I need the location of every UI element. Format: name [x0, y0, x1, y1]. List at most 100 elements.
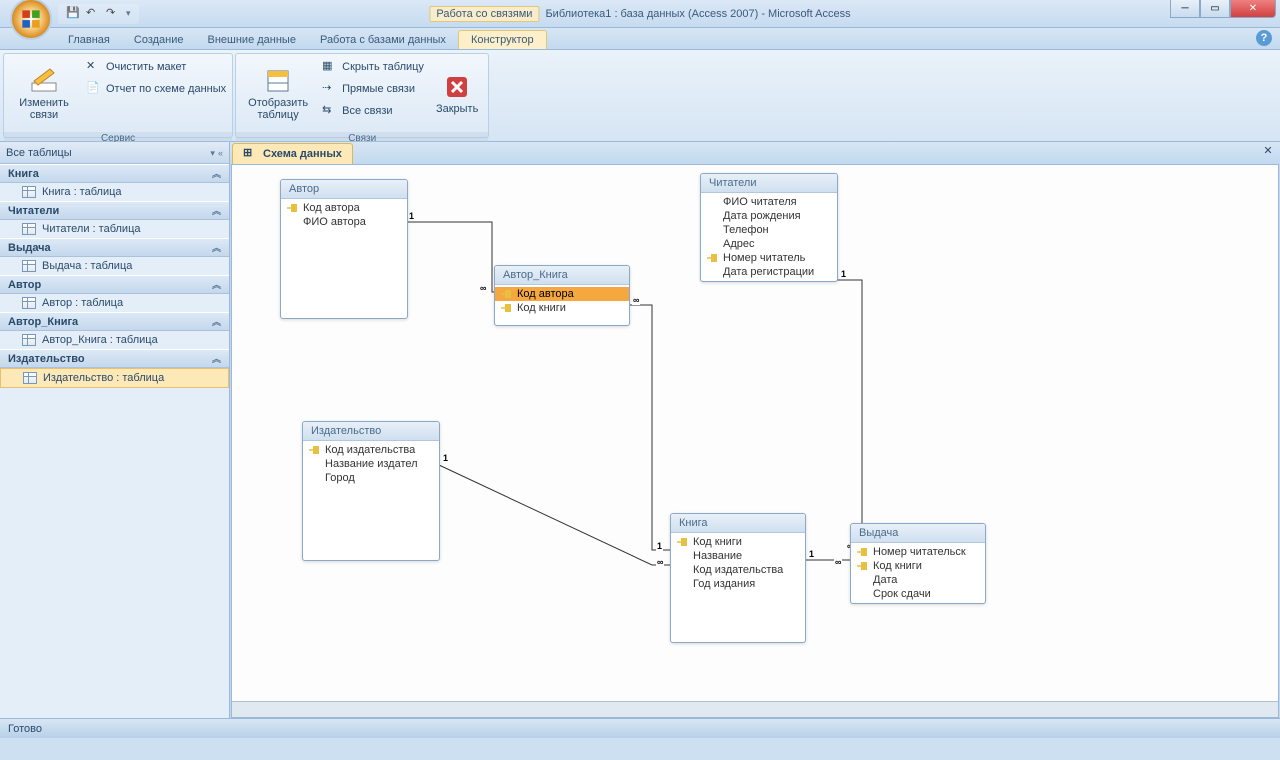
table-field[interactable]: Номер читательск: [851, 545, 985, 559]
window-title: Работа со связями Библиотека1 : база дан…: [429, 6, 850, 22]
table-header[interactable]: Автор_Книга: [495, 266, 629, 285]
office-button[interactable]: [10, 0, 52, 40]
table-field[interactable]: Название: [671, 549, 805, 563]
table-header[interactable]: Читатели: [701, 174, 837, 193]
clear-layout-button[interactable]: ✕Очистить макет: [82, 56, 230, 78]
show-table-icon: [262, 65, 294, 97]
tab-dbtools[interactable]: Работа с базами данных: [308, 31, 458, 49]
nav-collapse-icon[interactable]: «: [218, 148, 223, 158]
nav-item[interactable]: Автор : таблица: [0, 294, 229, 312]
help-icon[interactable]: ?: [1256, 30, 1272, 46]
table-field[interactable]: Год издания: [671, 577, 805, 591]
qat-more-icon[interactable]: ▾: [126, 8, 131, 19]
table-icon: [22, 297, 36, 309]
show-table-button[interactable]: Отобразить таблицу: [238, 56, 318, 130]
table-field[interactable]: Дата: [851, 573, 985, 587]
chevron-up-icon: ︽: [212, 278, 221, 291]
tab-external[interactable]: Внешние данные: [196, 31, 308, 49]
ribbon-tabs: Главная Создание Внешние данные Работа с…: [0, 28, 1280, 50]
nav-item[interactable]: Выдача : таблица: [0, 257, 229, 275]
direct-rel-button[interactable]: ⇢Прямые связи: [318, 78, 428, 100]
hide-icon: ▦: [322, 59, 338, 75]
status-text: Готово: [8, 723, 42, 735]
nav-group-header[interactable]: Выдача︽: [0, 238, 229, 257]
table-header[interactable]: Выдача: [851, 524, 985, 543]
table-header[interactable]: Автор: [281, 180, 407, 199]
table-vydacha[interactable]: Выдача Номер читательскКод книгиДатаСрок …: [850, 523, 986, 604]
ribbon-group-relations: Отобразить таблицу ▦Скрыть таблицу ⇢Прям…: [235, 53, 489, 138]
table-field[interactable]: ФИО читателя: [701, 195, 837, 209]
nav-group-header[interactable]: Автор_Книга︽: [0, 312, 229, 331]
nav-group-header[interactable]: Автор︽: [0, 275, 229, 294]
clear-icon: ✕: [86, 59, 102, 75]
chevron-up-icon: ︽: [212, 315, 221, 328]
undo-icon[interactable]: ↶: [86, 6, 102, 22]
horizontal-scrollbar[interactable]: [232, 701, 1278, 717]
nav-item[interactable]: Читатели : таблица: [0, 220, 229, 238]
table-icon: [22, 223, 36, 235]
minimize-button[interactable]: ─: [1170, 0, 1200, 18]
table-kniga[interactable]: Книга Код книгиНазваниеКод издательстваГо…: [670, 513, 806, 643]
nav-group-header[interactable]: Читатели︽: [0, 201, 229, 220]
table-chitateli[interactable]: Читатели ФИО читателяДата рожденияТелефон…: [700, 173, 838, 282]
save-icon[interactable]: 💾: [66, 6, 82, 22]
nav-group-header[interactable]: Книга︽: [0, 164, 229, 183]
table-avtor-kniga[interactable]: Автор_Книга Код автораКод книги: [494, 265, 630, 326]
document-close-icon[interactable]: ✕: [1260, 144, 1276, 160]
chevron-up-icon: ︽: [212, 167, 221, 180]
nav-item[interactable]: Издательство : таблица: [0, 368, 229, 388]
maximize-button[interactable]: ▭: [1200, 0, 1230, 18]
nav-item[interactable]: Книга : таблица: [0, 183, 229, 201]
nav-header[interactable]: Все таблицы ▾ «: [0, 142, 229, 164]
table-field[interactable]: Срок сдачи: [851, 587, 985, 601]
chevron-up-icon: ︽: [212, 204, 221, 217]
quick-access-toolbar: 💾 ↶ ↷ ▾: [58, 4, 139, 24]
table-field[interactable]: Код книги: [851, 559, 985, 573]
table-field[interactable]: Код книги: [671, 535, 805, 549]
table-field[interactable]: Код издательства: [303, 443, 439, 457]
ribbon-group-service: Изменить связи ✕Очистить макет 📄Отчет по…: [3, 53, 233, 138]
nav-dropdown-icon[interactable]: ▾: [210, 148, 215, 158]
redo-icon[interactable]: ↷: [106, 6, 122, 22]
table-izdatelstvo[interactable]: Издательство Код издательстваНазвание изд…: [302, 421, 440, 561]
table-icon: [22, 334, 36, 346]
tab-create[interactable]: Создание: [122, 31, 196, 49]
tab-home[interactable]: Главная: [56, 31, 122, 49]
navigation-pane: Все таблицы ▾ « Книга︽Книга : таблицаЧит…: [0, 142, 230, 718]
table-field[interactable]: Код книги: [495, 301, 629, 315]
ribbon: Изменить связи ✕Очистить макет 📄Отчет по…: [0, 50, 1280, 142]
edit-relations-button[interactable]: Изменить связи: [6, 56, 82, 130]
close-rel-button[interactable]: Закрыть: [428, 56, 486, 130]
document-tab[interactable]: ⊞ Схема данных: [232, 143, 353, 164]
nav-item[interactable]: Автор_Книга : таблица: [0, 331, 229, 349]
table-field[interactable]: Адрес: [701, 237, 837, 251]
chevron-up-icon: ︽: [212, 352, 221, 365]
table-field[interactable]: Название издател: [303, 457, 439, 471]
close-icon: [441, 71, 473, 103]
tab-design[interactable]: Конструктор: [458, 30, 547, 49]
table-field[interactable]: Код издательства: [671, 563, 805, 577]
edit-icon: [28, 65, 60, 97]
table-header[interactable]: Издательство: [303, 422, 439, 441]
table-icon: [22, 186, 36, 198]
table-field[interactable]: Город: [303, 471, 439, 485]
nav-group-header[interactable]: Издательство︽: [0, 349, 229, 368]
table-icon: [22, 260, 36, 272]
relations-icon: ⊞: [243, 146, 259, 162]
table-field[interactable]: Телефон: [701, 223, 837, 237]
report-button[interactable]: 📄Отчет по схеме данных: [82, 78, 230, 100]
table-field[interactable]: Дата рождения: [701, 209, 837, 223]
table-avtor[interactable]: Автор Код автораФИО автора: [280, 179, 408, 319]
report-icon: 📄: [86, 81, 102, 97]
relationship-canvas[interactable]: 1 ∞ ∞ 1 1 ∞ 1 ∞ 1 ∞ АвторКод автораФИО а…: [231, 164, 1279, 718]
table-field[interactable]: Код автора: [281, 201, 407, 215]
table-field[interactable]: Код автора: [495, 287, 629, 301]
table-field[interactable]: ФИО автора: [281, 215, 407, 229]
close-button[interactable]: ✕: [1230, 0, 1276, 18]
table-field[interactable]: Дата регистрации: [701, 265, 837, 279]
table-header[interactable]: Книга: [671, 514, 805, 533]
table-field[interactable]: Номер читатель: [701, 251, 837, 265]
hide-table-button[interactable]: ▦Скрыть таблицу: [318, 56, 428, 78]
all-rel-button[interactable]: ⇆Все связи: [318, 100, 428, 122]
table-icon: [23, 372, 37, 384]
